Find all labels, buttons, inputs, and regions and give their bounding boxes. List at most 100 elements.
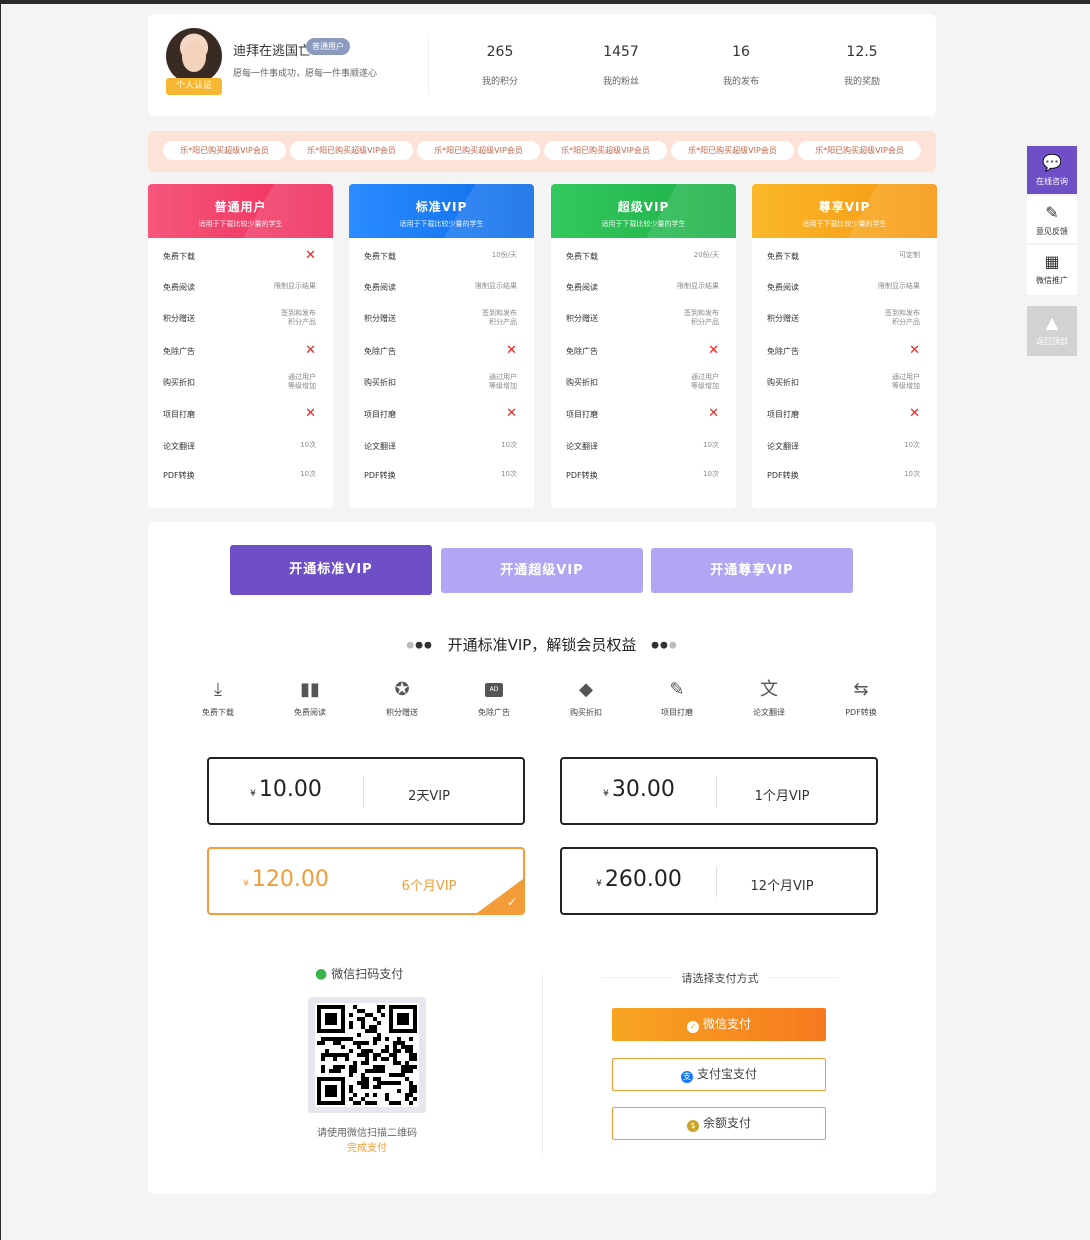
feature-label: 免除广告 [478,708,510,717]
edit-icon: ✎ [669,679,685,700]
alipay-button[interactable]: 支支付宝支付 [612,1058,826,1091]
tag-icon: ◆ [579,679,593,700]
user-motto: 愿每一件事成功，愿每一件事顺遂心 [233,69,378,79]
cross-icon: ✕ [305,406,316,421]
user-level-badge: 普通用户 [306,38,350,55]
plan-row-value: 10份/天 [491,251,517,259]
price-duration: 1个月VIP [754,789,810,804]
price-duration: 12个月VIP [750,879,814,894]
plan-row-value: 签到和发布 积分产品 [684,309,719,326]
stat-rewards[interactable]: 12.5 我的奖励 [817,44,907,87]
marquee-pill: 乐*阳已购买超级VIP会员 [671,141,794,160]
stat-posts[interactable]: 16 我的发布 [696,44,786,87]
sidebar-online-consult[interactable]: 💬 在线咨询 [1027,146,1077,194]
tab-premium-vip[interactable]: 开通尊享VIP [651,548,853,593]
dots-right-icon: ●●● [651,640,678,651]
profile-card: 个人认证 迪拜在逃国亡 普通用户 愿每一件事成功，愿每一件事顺遂心 265 我的… [148,14,936,116]
plan-card: 尊享VIP 适用于下载比较少量的学生 免费下载 可定制 免费阅读 限制显示结果 积分赠送 签到… [752,184,937,508]
feature-label: 免费阅读 [294,708,326,717]
qr-hint: 请使用微信扫描二维码 [317,1128,417,1139]
feature-discount: ◆ 购买折扣 [551,677,621,718]
plan-row-key: 积分赠送 [163,314,195,323]
avatar[interactable] [166,28,222,84]
balance-pay-button[interactable]: $ 余额支付 [612,1107,826,1140]
plan-row: PDF转换 10次 [148,466,333,486]
plan-row-value: 限制显示结果 [878,282,920,290]
stat-label: 我的粉丝 [602,77,639,87]
plan-row-value: 通过用户 等级增加 [892,373,920,390]
plan-row-key: 购买折扣 [163,378,195,387]
price-amount: ¥260.00 [596,867,682,892]
stat-points[interactable]: 265 我的积分 [455,44,545,87]
feature-no-ads: AD 免除广告 [459,677,529,718]
vip-purchase-section: 开通标准VIP 开通超级VIP 开通尊享VIP ●●● 开通标准VIP，解锁会员… [148,522,936,1194]
plan-row-value: 限制显示结果 [677,282,719,290]
check-icon: ✓ [506,895,517,909]
payment-qrcode [308,997,426,1113]
plan-subtitle: 适用于下载比较少量的学生 [399,220,484,228]
plan-row: 论文翻译 10次 [551,437,736,457]
sidebar-label: 微信推广 [1036,276,1068,285]
plan-row-key: 积分赠送 [566,314,598,323]
plan-row-key: 免费下载 [364,252,396,261]
plan-row-key: 免费阅读 [566,283,598,292]
cross-icon: ✕ [506,406,517,421]
username[interactable]: 迪拜在逃国亡 [233,40,311,59]
plan-row-value: 签到和发布 积分产品 [281,309,316,326]
plan-row: 免费下载 ✕ [148,247,333,267]
plan-row-key: 项目打磨 [566,410,598,419]
plan-title: 超级VIP [617,200,670,214]
wechat-icon: ● [315,966,328,982]
plan-card: 标准VIP 适用于下载比较少量的学生 免费下载 10份/天 免费阅读 限制显示结果 积分赠送… [349,184,534,508]
tab-standard-vip[interactable]: 开通标准VIP [230,545,432,595]
sidebar-feedback[interactable]: ✎ 意见反馈 [1027,196,1077,244]
marquee-pill: 乐*阳已购买超级VIP会员 [163,141,286,160]
price-option-2-days[interactable]: ¥10.00 2天VIP [207,757,525,825]
plan-row: 项目打磨 ✕ [148,405,333,425]
plan-row-key: 项目打磨 [767,410,799,419]
plan-row: 免费下载 可定制 [752,247,937,267]
plan-row-value: 通过用户 等级增加 [489,373,517,390]
feedback-icon: ✎ [1045,203,1059,222]
plan-row: 论文翻译 10次 [349,437,534,457]
tab-super-vip[interactable]: 开通超级VIP [441,548,643,593]
plan-row-key: 购买折扣 [767,378,799,387]
plan-row-value: 10次 [501,470,517,478]
plan-row-key: 免费下载 [566,252,598,261]
price-option-6-months[interactable]: ¥120.00 6个月VIP ✓ [207,847,525,915]
feature-read: ▮▮ 免费阅读 [275,677,345,718]
plan-row-key: PDF转换 [767,471,799,480]
plan-row-key: 论文翻译 [767,442,799,451]
price-option-12-months[interactable]: ¥260.00 12个月VIP [560,847,878,915]
plan-row: 免除广告 ✕ [551,342,736,362]
plan-row-value: 通过用户 等级增加 [691,373,719,390]
stat-value: 16 [732,44,750,60]
sidebar-back-to-top[interactable]: ▲ 返回顶部 [1027,306,1077,356]
download-icon: ⤓ [214,679,222,700]
plan-row-key: 积分赠送 [364,314,396,323]
sidebar-wechat-promo[interactable]: ▦ 微信推广 [1027,245,1077,295]
plan-card: 普通用户 适用于下载比较少量的学生 免费下载 ✕ 免费阅读 限制显示结果 积分赠送 签到和发布… [148,184,333,508]
plan-row: 免费阅读 限制显示结果 [752,278,937,298]
plan-row-key: PDF转换 [163,471,195,480]
price-amount: ¥30.00 [603,777,675,802]
stat-fans[interactable]: 1457 我的粉丝 [576,44,666,87]
price-duration: 6个月VIP [401,879,457,894]
sidebar-label: 返回顶部 [1036,337,1068,346]
price-option-1-month[interactable]: ¥30.00 1个月VIP [560,757,878,825]
plan-row: 积分赠送 签到和发布 积分产品 [752,309,937,329]
plan-row-value: 10次 [300,470,316,478]
feature-translate: 文 论文翻译 [734,677,804,718]
wechat-pay-button[interactable]: ✓ 微信支付 [612,1008,826,1041]
stat-label: 我的发布 [722,77,759,87]
cross-icon: ✕ [305,248,316,263]
cross-icon: ✕ [506,343,517,358]
plan-row-key: 免除广告 [566,347,598,356]
plan-row: PDF转换 10次 [752,466,937,486]
feature-label: 积分赠送 [386,708,418,717]
chat-icon: 💬 [1042,153,1062,172]
plan-row: 论文翻译 10次 [752,437,937,457]
purchase-marquee: 乐*阳已购买超级VIP会员 乐*阳已购买超级VIP会员 乐*阳已购买超级VIP会… [148,131,936,172]
price-duration: 2天VIP [408,789,450,804]
plan-row-key: 免除广告 [364,347,396,356]
